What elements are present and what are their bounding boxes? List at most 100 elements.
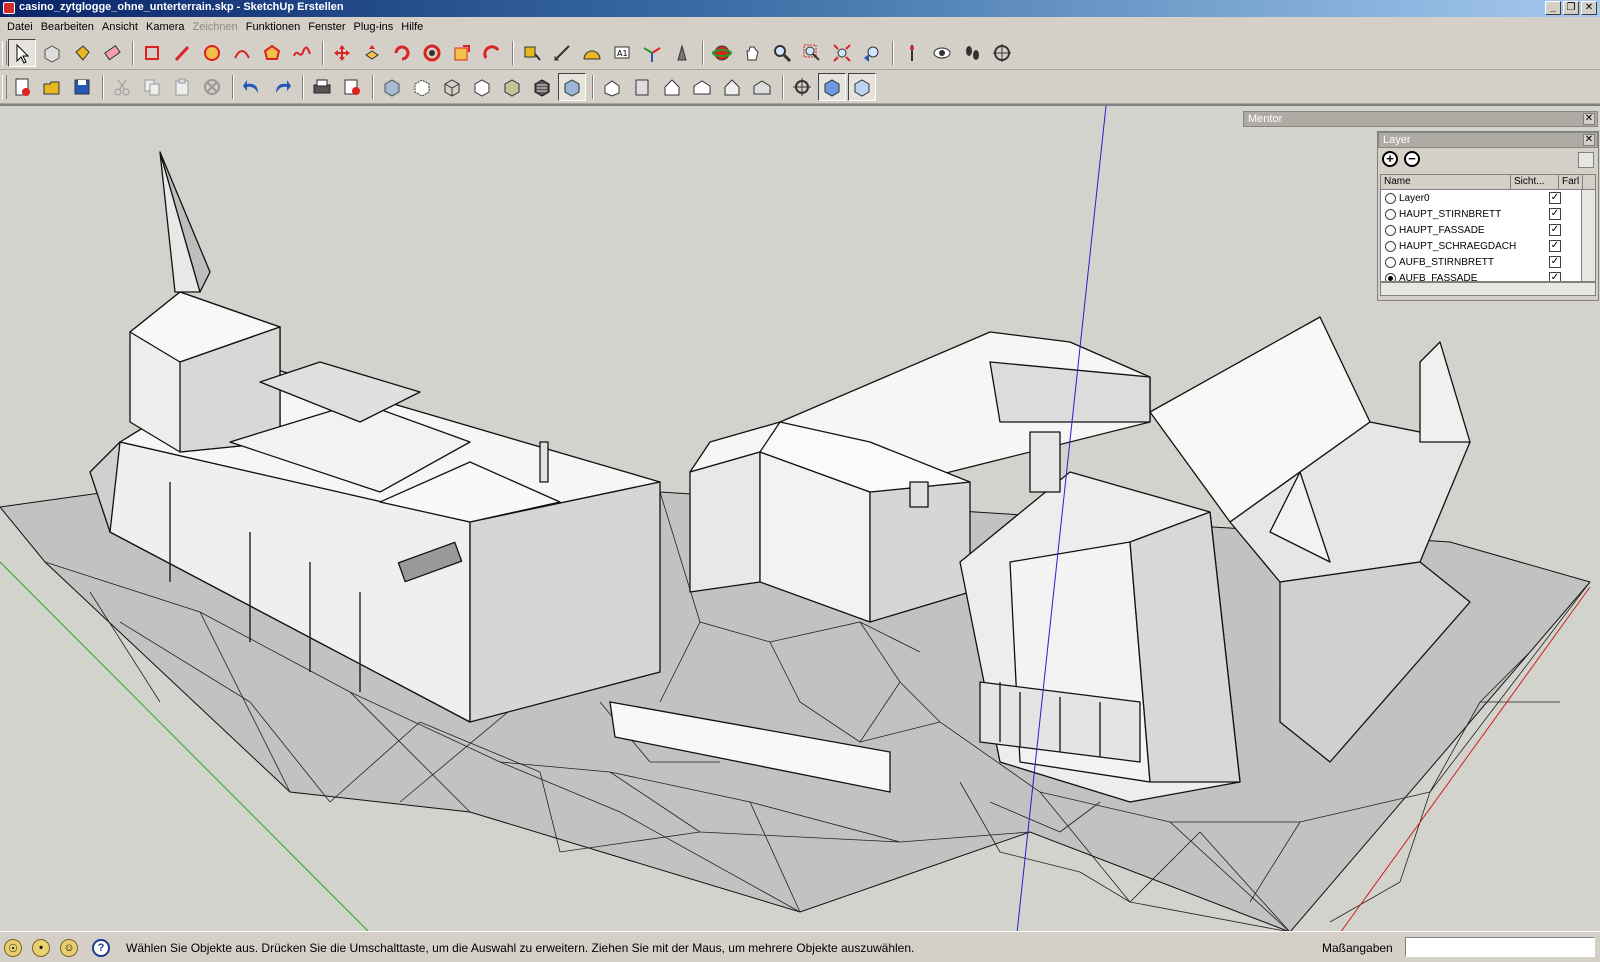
layer-row[interactable]: HAUPT_FASSADE ✓ — [1381, 222, 1595, 238]
add-layer-icon[interactable]: + — [1382, 151, 1398, 167]
redo-icon[interactable] — [268, 73, 296, 101]
menu-funktionen[interactable]: Funktionen — [242, 21, 304, 33]
copy-icon[interactable] — [138, 73, 166, 101]
layer-name[interactable]: Layer0 — [1399, 193, 1532, 204]
print-icon[interactable] — [308, 73, 336, 101]
geo-location-icon[interactable]: ☉ — [4, 939, 22, 957]
rectangle-icon[interactable] — [138, 39, 166, 67]
layer-visible-checkbox[interactable]: ✓ — [1549, 208, 1561, 220]
section-toggle-icon[interactable] — [788, 73, 816, 101]
section-fill-icon[interactable] — [848, 73, 876, 101]
menu-fenster[interactable]: Fenster — [304, 21, 349, 33]
layer-visible-checkbox[interactable]: ✓ — [1549, 240, 1561, 252]
menu-ansicht[interactable]: Ansicht — [98, 21, 142, 33]
layer-vertical-scrollbar[interactable] — [1581, 190, 1595, 281]
previous-view-icon[interactable] — [858, 39, 886, 67]
layer-active-radio[interactable] — [1385, 192, 1396, 204]
layer-name[interactable]: AUFB_FASSADE — [1399, 273, 1532, 282]
close-icon[interactable]: ✕ — [1581, 1, 1597, 15]
circle-icon[interactable] — [198, 39, 226, 67]
pan-hand-icon[interactable] — [738, 39, 766, 67]
wireframe-icon[interactable] — [438, 73, 466, 101]
layer-visible-checkbox[interactable]: ✓ — [1549, 224, 1561, 236]
move-icon[interactable] — [328, 39, 356, 67]
save-icon[interactable] — [68, 73, 96, 101]
eraser-icon[interactable] — [98, 39, 126, 67]
menu-plug-ins[interactable]: Plug-ins — [350, 21, 398, 33]
restore-icon[interactable]: ❐ — [1563, 1, 1579, 15]
layer-horizontal-scrollbar[interactable] — [1380, 282, 1596, 296]
component-icon[interactable] — [38, 39, 66, 67]
undo-icon[interactable] — [238, 73, 266, 101]
layer-name[interactable]: HAUPT_FASSADE — [1399, 225, 1532, 236]
push-pull-icon[interactable] — [358, 39, 386, 67]
layer-close-icon[interactable]: ✕ — [1583, 134, 1595, 146]
model-viewport[interactable] — [0, 104, 1600, 931]
mentor-panel-titlebar[interactable]: Mentor ✕ — [1243, 111, 1598, 127]
3d-model-scene[interactable] — [0, 106, 1600, 931]
layer-name[interactable]: HAUPT_STIRNBRETT — [1399, 209, 1532, 220]
shaded-textures-icon[interactable] — [528, 73, 556, 101]
dimension-icon[interactable] — [548, 39, 576, 67]
menu-hilfe[interactable]: Hilfe — [397, 21, 427, 33]
scale-icon[interactable] — [448, 39, 476, 67]
remove-layer-icon[interactable]: − — [1404, 151, 1420, 167]
look-around-icon[interactable] — [928, 39, 956, 67]
back-edges-icon[interactable] — [408, 73, 436, 101]
follow-me-icon[interactable] — [418, 39, 446, 67]
layer-active-radio[interactable] — [1385, 224, 1396, 236]
select-arrow-icon[interactable] — [8, 39, 36, 67]
shaded-icon[interactable] — [498, 73, 526, 101]
layer-row[interactable]: HAUPT_STIRNBRETT ✓ — [1381, 206, 1595, 222]
protractor-icon[interactable] — [578, 39, 606, 67]
cut-icon[interactable] — [108, 73, 136, 101]
menu-datei[interactable]: Datei — [3, 21, 37, 33]
layer-row[interactable]: AUFB_STIRNBRETT ✓ — [1381, 254, 1595, 270]
iso-view-icon[interactable] — [598, 73, 626, 101]
layer-name[interactable]: AUFB_STIRNBRETT — [1399, 257, 1532, 268]
hidden-line-icon[interactable] — [468, 73, 496, 101]
axes-icon[interactable] — [638, 39, 666, 67]
orbit-icon[interactable] — [708, 39, 736, 67]
monochrome-icon[interactable] — [558, 73, 586, 101]
column-visible[interactable]: Sicht... — [1511, 175, 1559, 189]
offset-icon[interactable] — [478, 39, 506, 67]
back-view-icon[interactable] — [718, 73, 746, 101]
menu-zeichnen[interactable]: Zeichnen — [189, 21, 242, 33]
layer-name[interactable]: HAUPT_SCHRAEGDACH — [1399, 241, 1532, 252]
polygon-icon[interactable] — [258, 39, 286, 67]
measurements-input[interactable] — [1405, 937, 1595, 957]
minimize-icon[interactable]: _ — [1545, 1, 1561, 15]
credits-icon[interactable]: • — [32, 939, 50, 957]
layer-panel-titlebar[interactable]: Layer ✕ — [1378, 132, 1598, 148]
layer-row[interactable]: AUFB_FASSADE ✓ — [1381, 270, 1595, 282]
layer-active-radio[interactable] — [1385, 240, 1396, 252]
layer-visible-checkbox[interactable]: ✓ — [1549, 272, 1561, 281]
section-cuts-icon[interactable] — [818, 73, 846, 101]
paste-icon[interactable] — [168, 73, 196, 101]
layer-details-icon[interactable] — [1578, 152, 1594, 168]
zoom-icon[interactable] — [768, 39, 796, 67]
help-icon[interactable]: ? — [92, 939, 110, 957]
rotate-icon[interactable] — [388, 39, 416, 67]
mentor-close-icon[interactable]: ✕ — [1583, 113, 1595, 125]
layer-active-radio[interactable] — [1385, 208, 1396, 220]
front-view-icon[interactable] — [658, 73, 686, 101]
right-view-icon[interactable] — [688, 73, 716, 101]
section-plane-icon[interactable] — [988, 39, 1016, 67]
layer-active-radio[interactable] — [1385, 256, 1396, 268]
tape-measure-icon[interactable] — [518, 39, 546, 67]
zoom-extents-icon[interactable] — [828, 39, 856, 67]
menu-kamera[interactable]: Kamera — [142, 21, 189, 33]
arc-icon[interactable] — [228, 39, 256, 67]
delete-icon[interactable] — [198, 73, 226, 101]
model-info-icon[interactable] — [338, 73, 366, 101]
layer-row[interactable]: HAUPT_SCHRAEGDACH ✓ — [1381, 238, 1595, 254]
open-folder-icon[interactable] — [38, 73, 66, 101]
3d-text-icon[interactable] — [668, 39, 696, 67]
column-color[interactable]: Farl — [1559, 175, 1583, 189]
xray-icon[interactable] — [378, 73, 406, 101]
position-camera-icon[interactable] — [898, 39, 926, 67]
layer-active-radio[interactable] — [1385, 272, 1396, 281]
freehand-icon[interactable] — [288, 39, 316, 67]
